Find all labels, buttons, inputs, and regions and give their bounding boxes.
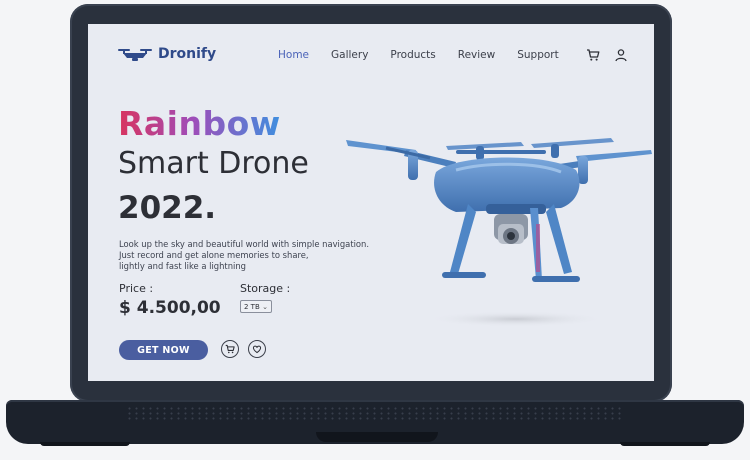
laptop-base	[6, 400, 744, 444]
hero-title-highlight: Rainbow	[118, 104, 281, 143]
favorite-button[interactable]	[248, 340, 266, 358]
laptop-screen: Dronify Home Gallery Products Review Sup…	[88, 24, 654, 381]
add-to-cart-button[interactable]	[221, 340, 239, 358]
storage-label: Storage :	[240, 282, 291, 295]
nav-icons	[586, 48, 628, 62]
heart-icon	[252, 345, 262, 354]
laptop-foot	[40, 442, 130, 446]
keyboard-grille	[126, 406, 624, 420]
trackpad-notch	[316, 432, 438, 442]
storage-select[interactable]: 2 TB ⌄	[240, 300, 272, 313]
nav-item-products[interactable]: Products	[390, 49, 435, 61]
cart-icon[interactable]	[586, 48, 600, 62]
drone-logo-icon	[118, 49, 152, 61]
get-now-button[interactable]: GET NOW	[119, 340, 208, 360]
add-to-cart-icon	[225, 344, 235, 354]
storage-selected-value: 2 TB	[244, 302, 260, 311]
nav-item-review[interactable]: Review	[458, 49, 495, 61]
user-icon[interactable]	[614, 48, 628, 62]
main-nav: Home Gallery Products Review Support	[278, 49, 559, 61]
hero-title-line3: 2022.	[118, 190, 217, 226]
chevron-down-icon: ⌄	[262, 302, 268, 311]
price-value: $ 4.500,00	[119, 298, 221, 318]
laptop-foot	[620, 442, 710, 446]
drone-image	[346, 138, 652, 327]
nav-item-home[interactable]: Home	[278, 49, 309, 61]
nav-item-gallery[interactable]: Gallery	[331, 49, 368, 61]
brand-logo[interactable]: Dronify	[118, 46, 216, 62]
price-label: Price :	[119, 282, 154, 295]
hero-title-line2: Smart Drone	[118, 146, 309, 181]
nav-item-support[interactable]: Support	[517, 49, 559, 61]
brand-name: Dronify	[158, 46, 217, 62]
